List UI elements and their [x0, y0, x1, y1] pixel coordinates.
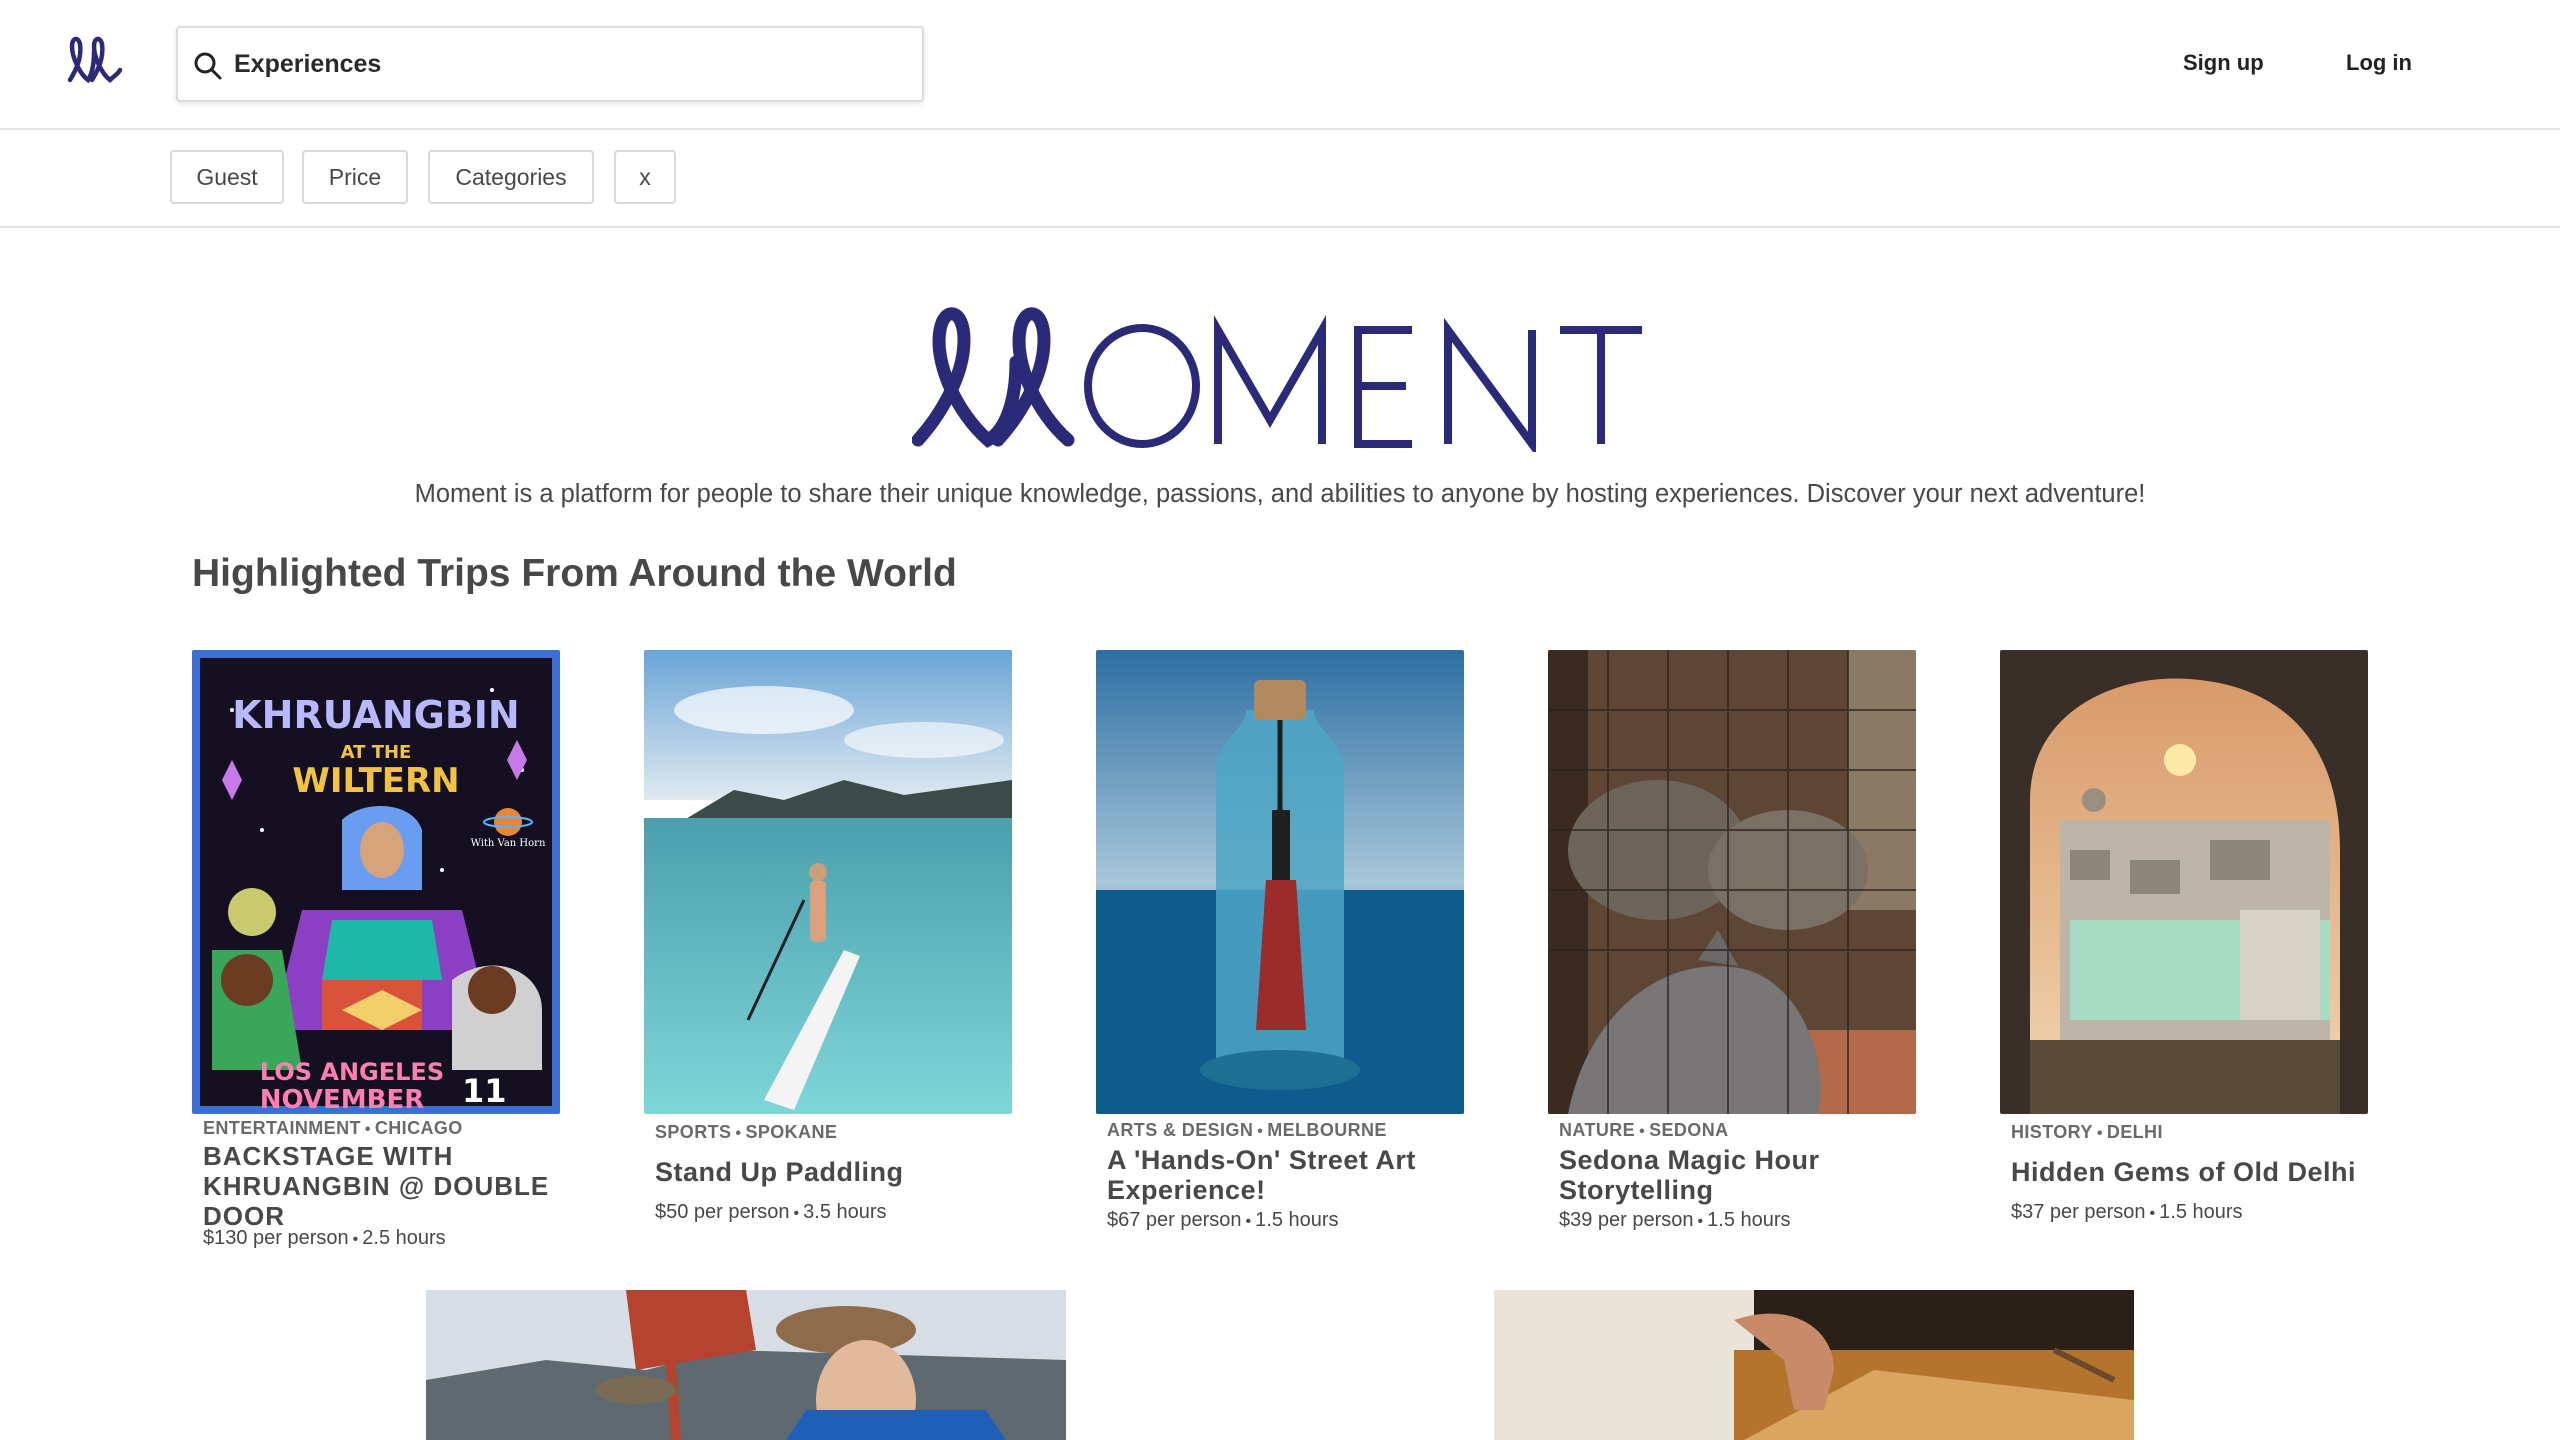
card-meta: SPORTS • SPOKANE: [655, 1122, 838, 1142]
moment-brand-logo: [912, 307, 1642, 452]
search-icon: [194, 52, 222, 80]
poster-title: KHRUANGBIN: [232, 693, 520, 737]
card-image[interactable]: [2000, 650, 2368, 1114]
card-image[interactable]: KHRUANGBIN AT THE WILTERN With Van Horn …: [192, 650, 560, 1114]
bottle-art-image: [1096, 650, 1464, 1114]
card-price: $39 per person • 1.5 hours: [1559, 1209, 1791, 1231]
experience-card[interactable]: SPORTS • SPOKANE Stand Up Paddling $50 per…: [644, 650, 1012, 1224]
card-image[interactable]: [644, 650, 1012, 1114]
card-meta: ENTERTAINMENT • CHICAGO: [203, 1118, 463, 1138]
card-image[interactable]: [1096, 650, 1464, 1114]
card-title[interactable]: Sedona Magic Hour Storytelling: [1548, 1145, 1916, 1205]
card-price: $67 per person • 1.5 hours: [1107, 1209, 1339, 1231]
card-title[interactable]: A 'Hands-On' Street Art Experience!: [1096, 1145, 1464, 1205]
poster-venue: WILTERN: [292, 761, 459, 801]
top-nav: Sign up Log in: [0, 0, 2560, 130]
card-image[interactable]: [1548, 650, 1916, 1114]
poster-guest: With Van Horn: [471, 838, 546, 849]
experience-card[interactable]: HISTORY • DELHI Hidden Gems of Old Delhi $…: [2000, 650, 2368, 1224]
experience-card[interactable]: KHRUANGBIN AT THE WILTERN With Van Horn …: [192, 650, 560, 1250]
poster-city: LOS ANGELES: [260, 1058, 444, 1086]
hero-tagline: Moment is a platform for people to share…: [414, 480, 2146, 508]
card-meta: ARTS & DESIGN • MELBOURNE: [1107, 1120, 1387, 1140]
featured-image-craft[interactable]: [1494, 1290, 2134, 1440]
card-price: $130 per person • 2.5 hours: [203, 1227, 446, 1249]
search-input[interactable]: [234, 42, 904, 86]
card-title[interactable]: Stand Up Paddling: [644, 1157, 1012, 1187]
price-filter-button[interactable]: Price: [302, 150, 408, 204]
golden-gate-image: [426, 1290, 1066, 1440]
experience-card[interactable]: ARTS & DESIGN • MELBOURNE A 'Hands-On' Str…: [1096, 650, 1464, 1232]
card-title[interactable]: BACKSTAGE WITH KHRUANGBIN @ DOUBLE DOOR: [192, 1141, 560, 1231]
card-title[interactable]: Hidden Gems of Old Delhi: [2000, 1157, 2368, 1187]
log-in-link[interactable]: Log in: [2346, 50, 2412, 76]
craft-hands-image: [1494, 1290, 2134, 1440]
filter-bar: Guest Price Categories x: [0, 130, 2560, 228]
search-box[interactable]: [176, 26, 924, 102]
card-meta: NATURE • SEDONA: [1559, 1120, 1729, 1140]
sign-up-link[interactable]: Sign up: [2183, 50, 2264, 76]
javelinas-and-cat-image: [1548, 650, 1916, 1114]
poster-date: 11: [462, 1072, 507, 1110]
poster-at-the: AT THE: [341, 742, 412, 763]
categories-filter-button[interactable]: Categories: [428, 150, 594, 204]
guest-filter-button[interactable]: Guest: [170, 150, 284, 204]
poster-month: NOVEMBER: [260, 1085, 425, 1114]
card-price: $50 per person • 3.5 hours: [655, 1201, 887, 1223]
paddle-board-image: [644, 650, 1012, 1114]
featured-image-golden-gate[interactable]: [426, 1290, 1066, 1440]
khruangbin-poster-image: KHRUANGBIN AT THE WILTERN With Van Horn …: [192, 650, 560, 1114]
experience-card[interactable]: NATURE • SEDONA Sedona Magic Hour Storytel…: [1548, 650, 1916, 1232]
clear-filters-button[interactable]: x: [614, 150, 676, 204]
old-delhi-image: [2000, 650, 2368, 1114]
card-price: $37 per person • 1.5 hours: [2011, 1201, 2243, 1223]
moment-logo-icon[interactable]: [66, 34, 124, 84]
section-title: Highlighted Trips From Around the World: [192, 552, 957, 595]
card-meta: HISTORY • DELHI: [2011, 1122, 2163, 1142]
